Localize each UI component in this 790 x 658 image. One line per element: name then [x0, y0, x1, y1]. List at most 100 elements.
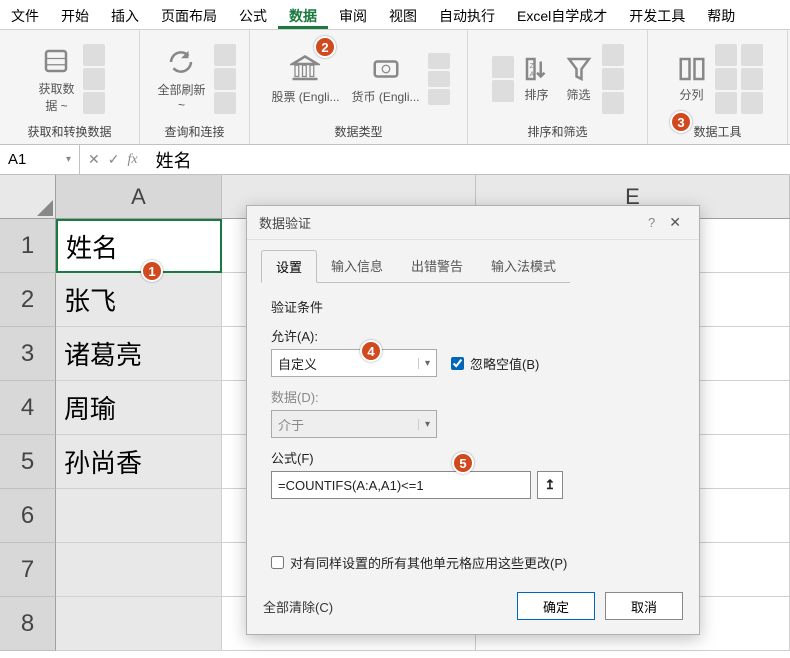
- cell-A4[interactable]: 周瑜: [56, 381, 222, 435]
- tab-file[interactable]: 文件: [0, 0, 50, 29]
- text-to-columns-button[interactable]: 分列: [673, 52, 711, 105]
- relationships-button[interactable]: [741, 68, 763, 90]
- ok-button[interactable]: 确定: [517, 592, 595, 620]
- dialog-title: 数据验证: [259, 213, 311, 232]
- row-header-3[interactable]: 3: [0, 327, 56, 381]
- cell-A5[interactable]: 孙尚香: [56, 435, 222, 489]
- from-web-button[interactable]: [83, 68, 105, 90]
- clear-all-button[interactable]: 全部清除(C): [263, 597, 333, 616]
- group-label-datatools: 数据工具: [693, 121, 741, 142]
- edit-links-button[interactable]: [214, 92, 236, 114]
- split-columns-icon: [677, 54, 707, 84]
- row-header-7[interactable]: 7: [0, 543, 56, 597]
- ribbon-group-queries: 全部刷新 ~ 查询和连接: [140, 30, 250, 144]
- name-box[interactable]: A1 ▾: [0, 145, 80, 174]
- cell-A3[interactable]: 诸葛亮: [56, 327, 222, 381]
- fx-icon[interactable]: fx: [127, 152, 137, 168]
- filter-button[interactable]: 筛选: [560, 52, 598, 105]
- tab-help[interactable]: 帮助: [696, 0, 746, 29]
- stocks-button[interactable]: 股票 (Engli...: [267, 50, 343, 107]
- consolidate-button[interactable]: [741, 44, 763, 66]
- tab-data[interactable]: 数据: [278, 0, 328, 29]
- dialog-title-bar[interactable]: 数据验证 ? ✕: [247, 206, 699, 240]
- formula-value[interactable]: 姓名: [146, 147, 192, 173]
- col-header-A[interactable]: A: [56, 175, 222, 219]
- flash-fill-button[interactable]: [715, 44, 737, 66]
- step-badge-1: 1: [141, 260, 163, 282]
- data-validation-button[interactable]: [715, 92, 737, 114]
- tab-view[interactable]: 视图: [378, 0, 428, 29]
- range-picker-button[interactable]: ↥: [537, 471, 563, 499]
- reapply-button[interactable]: [602, 68, 624, 90]
- formula-input[interactable]: =COUNTIFS(A:A,A1)<=1: [271, 471, 531, 499]
- row-header-8[interactable]: 8: [0, 597, 56, 651]
- validation-section-label: 验证条件: [271, 297, 675, 316]
- cancel-button[interactable]: 取消: [605, 592, 683, 620]
- dialog-tab-input-msg[interactable]: 输入信息: [317, 250, 397, 283]
- svg-text:A: A: [529, 70, 534, 79]
- collapse-dialog-icon: ↥: [545, 477, 556, 493]
- remove-dup-button[interactable]: [715, 68, 737, 90]
- tab-dev[interactable]: 开发工具: [618, 0, 696, 29]
- name-box-value: A1: [8, 151, 26, 168]
- from-table-button[interactable]: [83, 92, 105, 114]
- currency-button[interactable]: 货币 (Engli...: [348, 50, 424, 107]
- cancel-icon[interactable]: ✕: [88, 151, 100, 168]
- step-badge-3: 3: [670, 111, 692, 133]
- cell-A2[interactable]: 张飞: [56, 273, 222, 327]
- cell-A7[interactable]: [56, 543, 222, 597]
- select-all-corner[interactable]: [0, 175, 56, 219]
- cell-A1[interactable]: 姓名: [56, 219, 222, 273]
- row-header-4[interactable]: 4: [0, 381, 56, 435]
- from-text-button[interactable]: [83, 44, 105, 66]
- manage-model-button[interactable]: [741, 92, 763, 114]
- sort-asc-button[interactable]: [492, 56, 514, 78]
- confirm-icon[interactable]: ✓: [108, 151, 120, 168]
- tab-home[interactable]: 开始: [50, 0, 100, 29]
- ignore-blank-input[interactable]: [451, 357, 464, 370]
- apply-all-row[interactable]: 对有同样设置的所有其他单元格应用这些更改(P): [271, 553, 675, 572]
- sort-button[interactable]: ZA 排序: [518, 52, 556, 105]
- get-data-button[interactable]: 获取数 据 ~: [34, 42, 78, 116]
- tab-insert[interactable]: 插入: [100, 0, 150, 29]
- close-icon[interactable]: ✕: [663, 214, 687, 231]
- row-header-6[interactable]: 6: [0, 489, 56, 543]
- ribbon-group-datatools: 分列 数据工具: [648, 30, 788, 144]
- cell-A6[interactable]: [56, 489, 222, 543]
- properties-button[interactable]: [214, 68, 236, 90]
- tab-review[interactable]: 审阅: [328, 0, 378, 29]
- allow-label: 允许(A):: [271, 326, 675, 345]
- allow-value: 自定义: [278, 354, 317, 373]
- sort-desc-button[interactable]: [492, 80, 514, 102]
- ignore-blank-checkbox[interactable]: 忽略空值(B): [451, 354, 539, 373]
- apply-all-checkbox[interactable]: [271, 556, 284, 569]
- tab-auto[interactable]: 自动执行: [428, 0, 506, 29]
- tab-custom[interactable]: Excel自学成才: [506, 0, 618, 29]
- data-validation-dialog: 数据验证 ? ✕ 设置 输入信息 出错警告 输入法模式 验证条件 允许(A): …: [246, 205, 700, 635]
- tab-layout[interactable]: 页面布局: [150, 0, 228, 29]
- datatypes-up[interactable]: [428, 53, 450, 69]
- dialog-tab-error-alert[interactable]: 出错警告: [397, 250, 477, 283]
- allow-select[interactable]: 自定义 ▾: [271, 349, 437, 377]
- get-data-small-buttons: [83, 44, 105, 114]
- advanced-button[interactable]: [602, 92, 624, 114]
- refresh-all-button[interactable]: 全部刷新 ~: [153, 43, 209, 114]
- clear-filter-button[interactable]: [602, 44, 624, 66]
- row-header-5[interactable]: 5: [0, 435, 56, 489]
- stocks-label: 股票 (Engli...: [271, 88, 339, 105]
- help-icon[interactable]: ?: [640, 215, 663, 230]
- datatypes-more[interactable]: [428, 89, 450, 105]
- ribbon-group-get-data: 获取数 据 ~ 获取和转换数据: [0, 30, 140, 144]
- queries-conn-button[interactable]: [214, 44, 236, 66]
- dialog-tab-settings[interactable]: 设置: [261, 250, 317, 283]
- cell-A8[interactable]: [56, 597, 222, 651]
- refresh-label: 全部刷新 ~: [157, 81, 205, 112]
- row-header-1[interactable]: 1: [0, 219, 56, 273]
- tab-formulas[interactable]: 公式: [228, 0, 278, 29]
- dialog-tab-ime[interactable]: 输入法模式: [477, 250, 570, 283]
- datatypes-nav: [428, 53, 450, 105]
- row-header-2[interactable]: 2: [0, 273, 56, 327]
- dialog-footer: 全部清除(C) 确定 取消: [247, 592, 699, 620]
- currency-icon: [369, 52, 403, 86]
- datatypes-down[interactable]: [428, 71, 450, 87]
